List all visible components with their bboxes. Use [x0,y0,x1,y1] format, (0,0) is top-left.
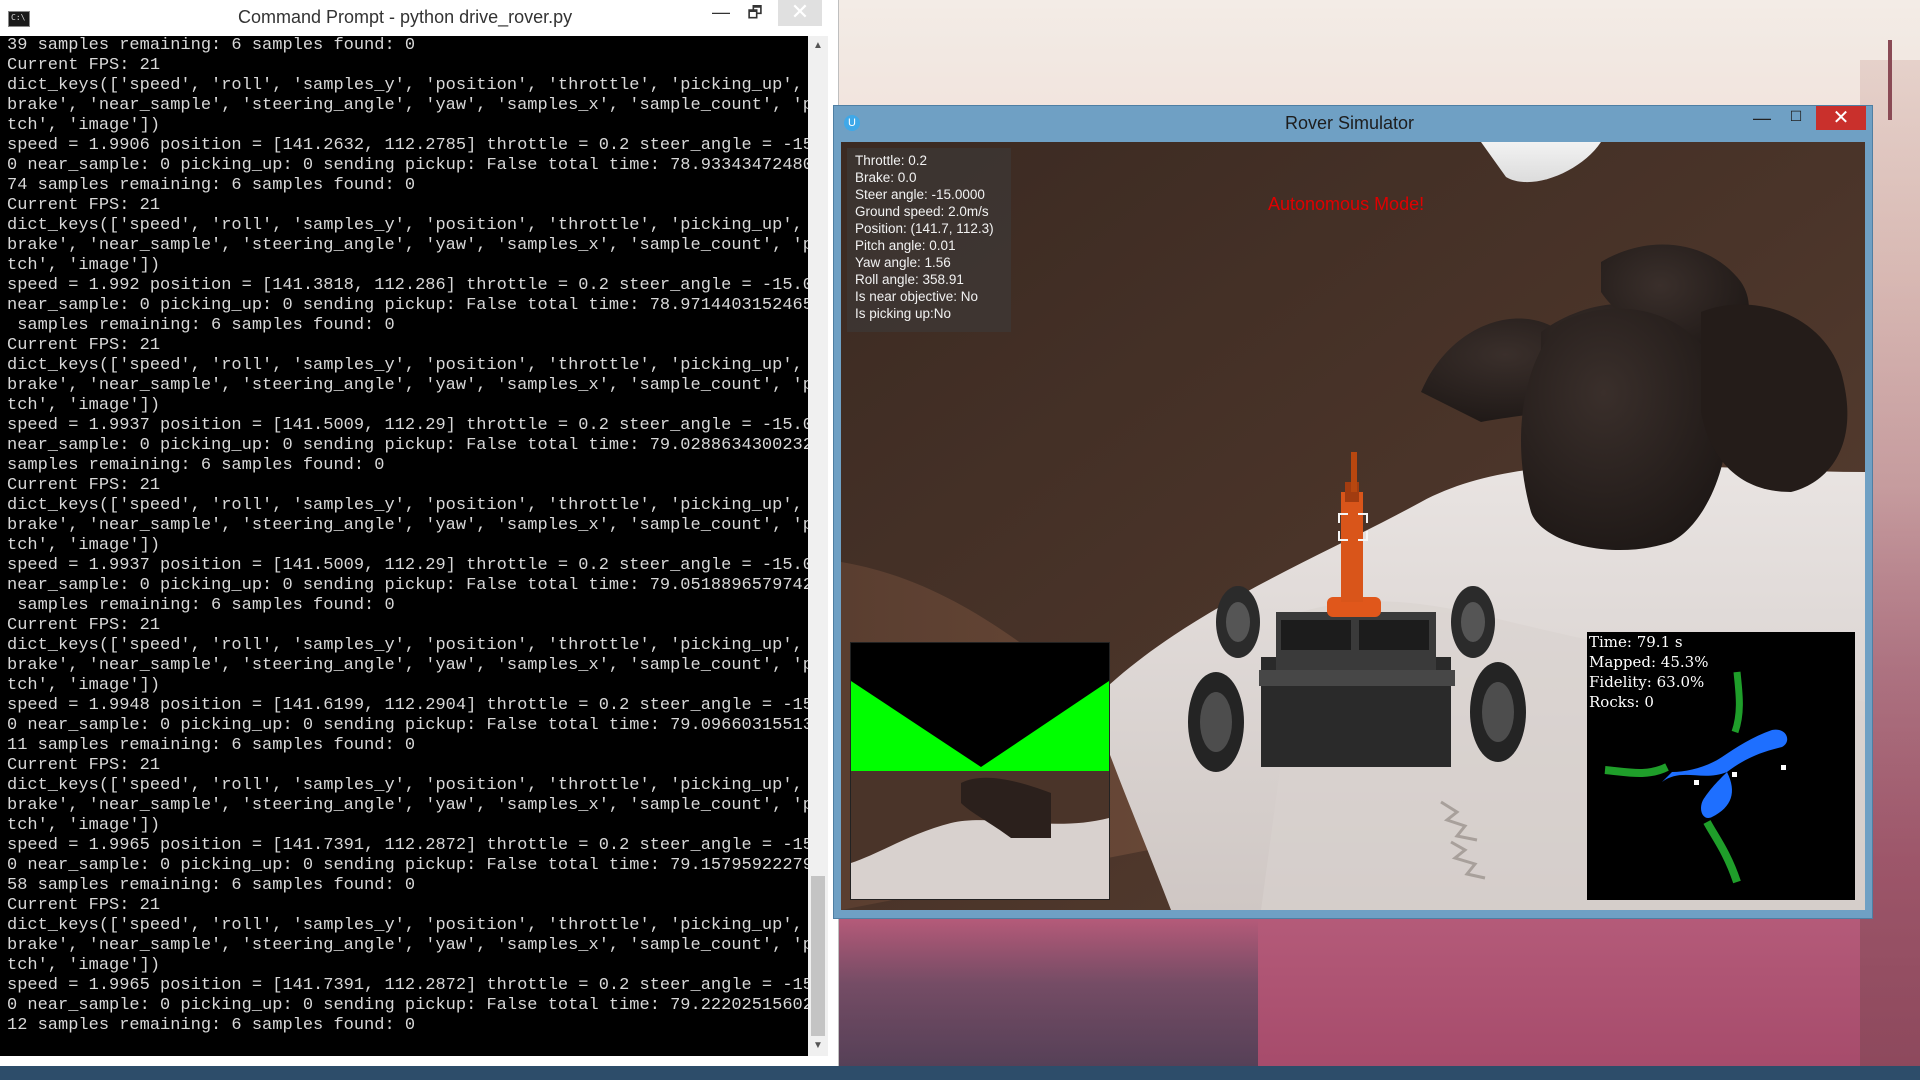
telemetry-line: Roll angle: 358.91 [855,272,964,287]
minimize-button[interactable]: — [1748,108,1776,134]
console-line: tch', 'image']) [7,676,161,695]
console-line: tch', 'image']) [7,256,161,275]
console-line: Current FPS: 21 [7,476,161,495]
console-line: speed = 1.9965 position = [141.7391, 112… [7,836,808,855]
telemetry-line: Pitch angle: 0.01 [855,238,956,253]
map-stat-line: Fidelity: 63.0% [1589,673,1705,691]
maximize-button[interactable]: ☐ [1782,108,1810,134]
console-line: dict_keys(['speed', 'roll', 'samples_y',… [7,636,808,655]
console-line: 12 samples remaining: 6 samples found: 0 [7,1016,416,1035]
cmd-icon[interactable]: C:\ [8,11,30,27]
console-line: speed = 1.9948 position = [141.6199, 112… [7,696,808,715]
telemetry-line: Brake: 0.0 [855,170,917,185]
console-line: tch', 'image']) [7,816,161,835]
console-line: brake', 'near_sample', 'steering_angle',… [7,936,808,955]
console-line: near_sample: 0 picking_up: 0 sending pic… [7,436,808,455]
console-line: samples remaining: 6 samples found: 0 [7,596,395,615]
command-prompt-window[interactable]: C:\ Command Prompt - python drive_rover.… [0,0,839,1066]
console-line: Current FPS: 21 [7,896,161,915]
console-line: 0 near_sample: 0 picking_up: 0 sending p… [7,856,808,875]
perspective-transform-inset [850,642,1110,900]
close-button[interactable]: ✕ [778,0,822,26]
console-line: Current FPS: 21 [7,756,161,775]
background-cityscape [838,920,1258,1080]
maximize-button[interactable]: 🗗 [740,2,770,30]
crosshair-icon [1338,513,1368,541]
map-stat-line: Mapped: 45.3% [1589,653,1709,671]
console-line: brake', 'near_sample', 'steering_angle',… [7,376,808,395]
console-line: tch', 'image']) [7,116,161,135]
telemetry-line: Ground speed: 2.0m/s [855,204,989,219]
scroll-up-icon[interactable]: ▲ [808,36,828,56]
minimize-button[interactable]: — [706,2,736,30]
unity-icon[interactable]: U [844,115,860,131]
cmd-title-bar[interactable]: C:\ Command Prompt - python drive_rover.… [0,0,838,36]
taskbar[interactable] [0,1066,1920,1080]
map-stat-line: Time: 79.1 s [1589,633,1683,651]
telemetry-line: Throttle: 0.2 [855,153,928,168]
console-line: samples remaining: 6 samples found: 0 [7,456,385,475]
console-line: brake', 'near_sample', 'steering_angle',… [7,516,808,535]
console-line: Current FPS: 21 [7,56,161,75]
console-line: tch', 'image']) [7,536,161,555]
map-stat-line: Rocks: 0 [1589,693,1654,711]
map-stats: Time: 79.1 s Mapped: 45.3% Fidelity: 63.0%… [1589,632,1708,712]
console-line: 0 near_sample: 0 picking_up: 0 sending p… [7,996,808,1015]
console-line: 74 samples remaining: 6 samples found: 0 [7,176,416,195]
console-line: Current FPS: 21 [7,196,161,215]
rover-title-bar[interactable]: U Rover Simulator — ☐ ✕ [834,106,1872,142]
console-line: near_sample: 0 picking_up: 0 sending pic… [7,296,808,315]
scroll-thumb[interactable] [811,876,825,1036]
autonomous-mode-label: Autonomous Mode! [1268,194,1425,214]
console-line: 0 near_sample: 0 picking_up: 0 sending p… [7,716,808,735]
console-line: dict_keys(['speed', 'roll', 'samples_y',… [7,916,808,935]
telemetry-line: Is picking up:No [855,306,952,321]
rover-simulator-window[interactable]: U Rover Simulator — ☐ ✕ Throttle: 0.2 Br… [833,105,1873,919]
background-spire [1888,40,1892,120]
world-map-panel: Time: 79.1 s Mapped: 45.3% Fidelity: 63.0%… [1587,632,1855,900]
console-lines: 39 samples remaining: 6 samples found: 0… [0,36,808,1036]
console-line: tch', 'image']) [7,956,161,975]
console-line: brake', 'near_sample', 'steering_angle',… [7,656,808,675]
console-line: dict_keys(['speed', 'roll', 'samples_y',… [7,216,808,235]
simulator-viewport[interactable]: Throttle: 0.2 Brake: 0.0 Steer angle: -15.… [841,142,1865,910]
telemetry-line: Steer angle: -15.0000 [855,187,985,202]
console-line: dict_keys(['speed', 'roll', 'samples_y',… [7,76,808,95]
close-button[interactable]: ✕ [1816,106,1866,130]
console-line: 58 samples remaining: 6 samples found: 0 [7,876,416,895]
console-line: dict_keys(['speed', 'roll', 'samples_y',… [7,496,808,515]
telemetry-panel: Throttle: 0.2 Brake: 0.0 Steer angle: -15.… [847,148,1011,332]
cmd-window-title: Command Prompt - python drive_rover.py [238,7,573,27]
console-line: brake', 'near_sample', 'steering_angle',… [7,96,808,115]
cmd-icon-text: C:\ [11,13,26,22]
telemetry-line: Is near objective: No [855,289,979,304]
console-line: brake', 'near_sample', 'steering_angle',… [7,796,808,815]
rover-window-title: Rover Simulator [1285,113,1415,133]
console-scrollbar[interactable]: ▲ ▼ [808,36,828,1056]
console-line: dict_keys(['speed', 'roll', 'samples_y',… [7,776,808,795]
console-line: speed = 1.9965 position = [141.7391, 112… [7,976,808,995]
telemetry-line: Yaw angle: 1.56 [855,255,951,270]
console-line: tch', 'image']) [7,396,161,415]
console-line: speed = 1.9937 position = [141.5009, 112… [7,416,808,435]
console-line: samples remaining: 6 samples found: 0 [7,316,395,335]
scroll-down-icon[interactable]: ▼ [808,1036,828,1056]
console-output[interactable]: 39 samples remaining: 6 samples found: 0… [0,36,808,1056]
telemetry-line: Position: (141.7, 112.3) [855,221,994,236]
console-line: speed = 1.992 position = [141.3818, 112.… [7,276,808,295]
console-line: 39 samples remaining: 6 samples found: 0 [7,36,416,55]
console-line: 11 samples remaining: 6 samples found: 0 [7,736,416,755]
console-line: speed = 1.9906 position = [141.2632, 112… [7,136,808,155]
console-line: Current FPS: 21 [7,336,161,355]
console-line: speed = 1.9937 position = [141.5009, 112… [7,556,808,575]
console-line: 0 near_sample: 0 picking_up: 0 sending p… [7,156,808,175]
console-line: near_sample: 0 picking_up: 0 sending pic… [7,576,808,595]
console-line: brake', 'near_sample', 'steering_angle',… [7,236,808,255]
console-line: Current FPS: 21 [7,616,161,635]
console-line: dict_keys(['speed', 'roll', 'samples_y',… [7,356,808,375]
